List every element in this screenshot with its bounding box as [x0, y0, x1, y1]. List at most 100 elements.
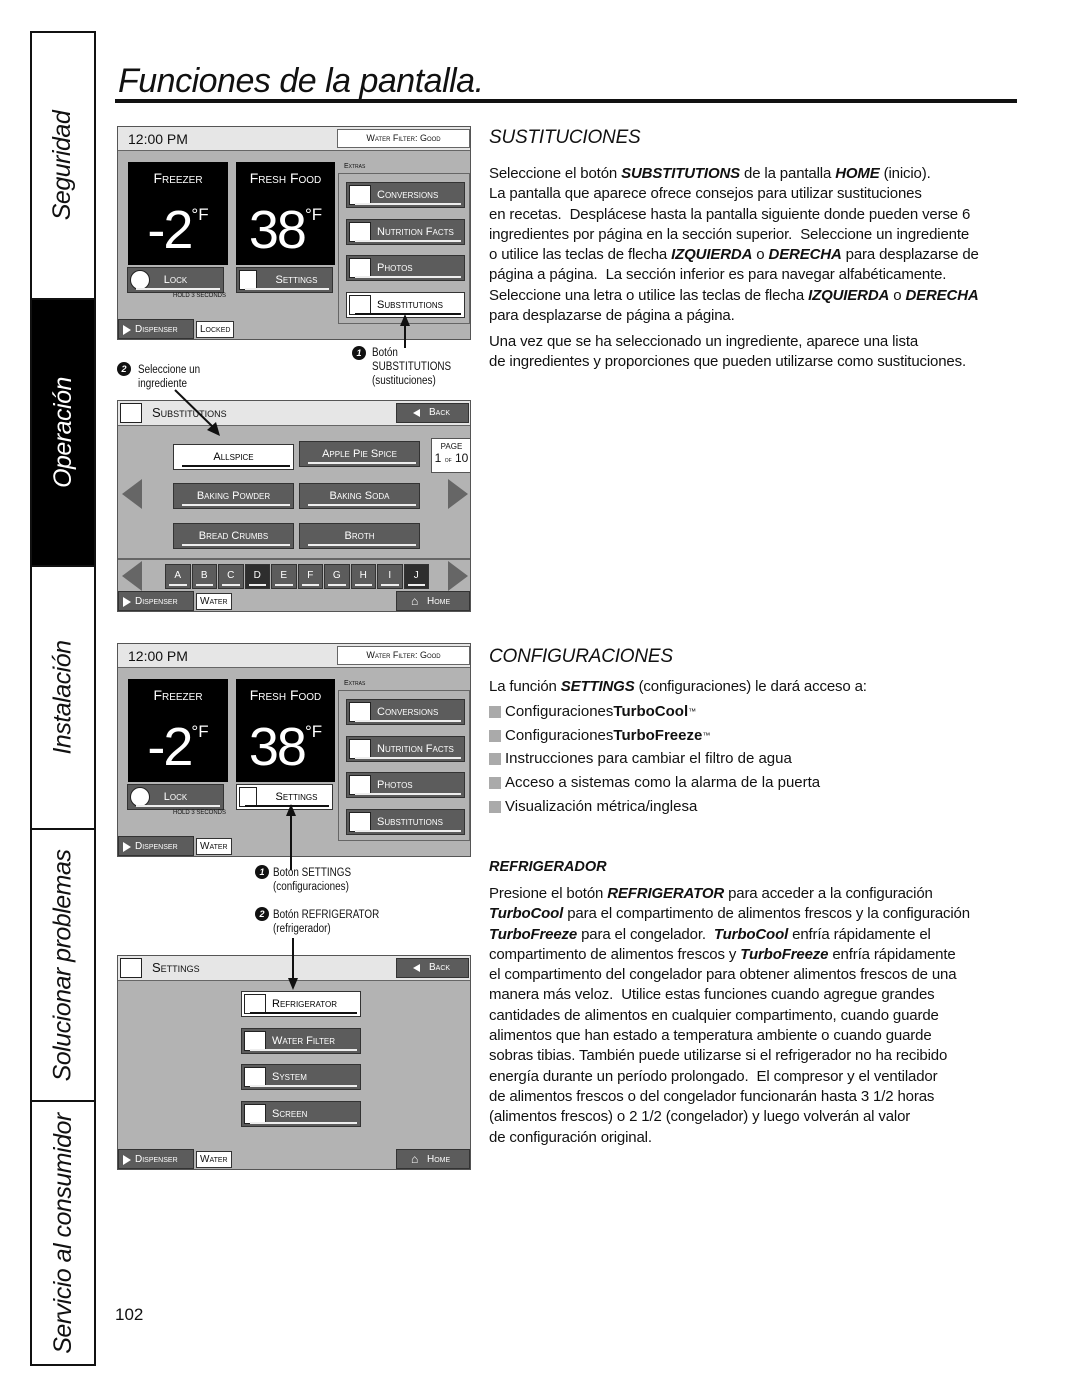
- conversions-button[interactable]: Conversions: [346, 699, 465, 725]
- letter-button[interactable]: A: [165, 564, 191, 589]
- text-run: para acceder a la configuración: [724, 885, 933, 902]
- substitutions-icon: [120, 403, 142, 423]
- ingredient-button[interactable]: Allspice: [173, 444, 294, 470]
- home-button[interactable]: Home: [396, 591, 470, 611]
- list-item: Instrucciones para cambiar el filtro de …: [489, 747, 820, 771]
- bullet-square-icon: [489, 753, 501, 766]
- status-bar: 12:00 PM Water Filter: Good: [118, 127, 470, 151]
- letter-button[interactable]: B: [191, 564, 217, 589]
- freezer-temp-display[interactable]: Freezer -2°F: [128, 162, 228, 265]
- refrigerator-icon: [244, 994, 266, 1014]
- fresh-food-temp-display[interactable]: Fresh Food 38°F: [236, 162, 335, 265]
- side-tab-2[interactable]: Instalación: [32, 567, 94, 830]
- ingredient-button[interactable]: Apple Pie Spice: [299, 441, 420, 467]
- back-button[interactable]: Back: [396, 958, 469, 978]
- conversions-button[interactable]: Conversions: [346, 182, 465, 208]
- page-of: of: [444, 457, 452, 464]
- list-item: Visualización métrica/inglesa: [489, 795, 820, 819]
- letter-button[interactable]: I: [377, 564, 403, 589]
- home-button[interactable]: Home: [396, 1149, 470, 1169]
- letter-button[interactable]: G: [324, 564, 350, 589]
- settings-label: Settings: [275, 791, 318, 803]
- letter-button[interactable]: J: [403, 564, 429, 589]
- side-tab-0[interactable]: Seguridad: [32, 33, 94, 300]
- text-line: TurboFreeze para el congelador. TurboCoo…: [489, 925, 970, 945]
- dispenser-button[interactable]: Dispenser: [118, 319, 194, 339]
- text-run: alimentos que han estado a temperatura a…: [489, 1027, 932, 1045]
- settings-label: Settings: [275, 274, 318, 286]
- substitutions-button[interactable]: Substitutions: [346, 809, 465, 835]
- freezer-temp: -2: [147, 200, 193, 260]
- side-tab-3[interactable]: Solucionar problemas: [32, 830, 94, 1102]
- photos-button[interactable]: Photos: [346, 772, 465, 798]
- nutrition-facts-button[interactable]: Nutrition Facts: [346, 736, 465, 762]
- text-run: ingredientes por página en la sección su…: [489, 225, 970, 243]
- side-tab-4[interactable]: Servicio al consumidor: [32, 1102, 94, 1364]
- substitutions-icon: [349, 295, 371, 315]
- letter-button[interactable]: F: [297, 564, 323, 589]
- emphasis: DERECHA: [905, 286, 979, 304]
- page-title: Funciones de la pantalla.: [118, 62, 484, 100]
- photos-icon: [349, 258, 371, 278]
- side-tab-1[interactable]: Operación: [32, 300, 94, 567]
- dispenser-state[interactable]: Water: [196, 1151, 232, 1168]
- next-letter-arrow-icon[interactable]: [448, 561, 468, 591]
- arrow-down-icon: [288, 978, 298, 990]
- settings-button[interactable]: Settings: [236, 267, 333, 293]
- text-run: Configuraciones: [505, 726, 614, 744]
- side-tab-label: Instalación: [48, 640, 77, 755]
- home-screen-settings: 12:00 PM Water Filter: Good Freezer -2°F…: [117, 643, 471, 857]
- text-run: de ingredientes y proporciones que puede…: [489, 353, 966, 371]
- photos-button[interactable]: Photos: [346, 255, 465, 281]
- ingredient-button[interactable]: Bread Crumbs: [173, 523, 294, 549]
- dispenser-button[interactable]: Dispenser: [118, 591, 194, 611]
- letter-button[interactable]: C: [218, 564, 244, 589]
- letter-button[interactable]: E: [271, 564, 297, 589]
- dispenser-button[interactable]: Dispenser: [118, 1149, 194, 1169]
- nutrition-facts-button[interactable]: Nutrition Facts: [346, 219, 465, 245]
- dispenser-state[interactable]: Locked: [196, 321, 235, 338]
- settings-item-button[interactable]: Water Filter: [241, 1028, 361, 1054]
- ingredient-button[interactable]: Baking Soda: [299, 483, 420, 509]
- text-line: página a página. La sección inferior es …: [489, 265, 979, 285]
- ingredient-button[interactable]: Baking Powder: [173, 483, 294, 509]
- letter-button[interactable]: H: [350, 564, 376, 589]
- configuraciones-intro: La función SETTINGS (configuraciones) le…: [489, 677, 867, 697]
- lock-button[interactable]: Lock: [127, 784, 224, 810]
- text-line: Seleccione el botón SUBSTITUTIONS de la …: [489, 164, 979, 184]
- water-filter-status[interactable]: Water Filter: Good: [337, 129, 470, 148]
- lock-button[interactable]: Lock: [127, 267, 224, 293]
- emphasis: IZQUIERDA: [808, 286, 890, 304]
- settings-button[interactable]: Settings: [236, 784, 333, 810]
- next-page-arrow-icon[interactable]: [448, 479, 468, 509]
- text-run: para el compartimento de alimentos fresc…: [563, 905, 970, 923]
- settings-item-button[interactable]: Screen: [241, 1101, 361, 1127]
- dispenser-button[interactable]: Dispenser: [118, 836, 194, 856]
- water-filter-status[interactable]: Water Filter: Good: [337, 646, 470, 665]
- step-1-badge: 1: [352, 346, 366, 360]
- dispenser-state[interactable]: Water: [196, 593, 232, 610]
- back-button[interactable]: Back: [396, 403, 469, 423]
- bullet-square-icon: [489, 729, 501, 742]
- text-run: Instrucciones para cambiar el filtro de …: [505, 750, 792, 768]
- dispenser-state[interactable]: Water: [196, 838, 232, 855]
- freezer-temp-display[interactable]: Freezer -2°F: [128, 679, 228, 782]
- fresh-food-temp: 38: [248, 200, 307, 260]
- nutrition-facts-icon: [349, 222, 371, 242]
- text-run: Presione el botón: [489, 885, 608, 902]
- emphasis: DERECHA: [768, 246, 842, 264]
- settings-item-button[interactable]: System: [241, 1064, 361, 1090]
- text-line: cantidades de alimentos en cualquier com…: [489, 1006, 970, 1026]
- prev-letter-arrow-icon[interactable]: [122, 561, 142, 591]
- callout-refrigerator: Botón REFRIGERATOR (refrigerador): [273, 908, 379, 936]
- extras-button-label: Nutrition Facts: [377, 743, 454, 755]
- settings-item-button[interactable]: Refrigerator: [241, 991, 361, 1017]
- fresh-food-temp-display[interactable]: Fresh Food 38°F: [236, 679, 335, 782]
- prev-page-arrow-icon[interactable]: [122, 479, 142, 509]
- letter-button[interactable]: D: [244, 564, 270, 589]
- text-line: energía durante un período prolongado. E…: [489, 1067, 970, 1087]
- ingredient-label: Baking Powder: [196, 490, 271, 502]
- water-filter-icon: [244, 1031, 266, 1051]
- list-item: Acceso a sistemas como la alarma de la p…: [489, 771, 820, 795]
- ingredient-button[interactable]: Broth: [299, 523, 420, 549]
